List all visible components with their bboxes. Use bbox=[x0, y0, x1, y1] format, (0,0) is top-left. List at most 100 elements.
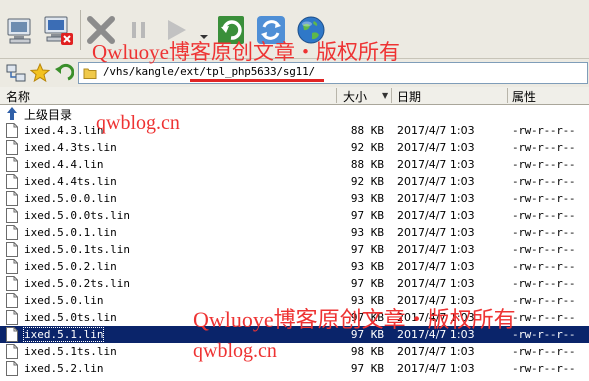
file-name: ixed.5.0.2ts.lin bbox=[24, 277, 130, 290]
file-size: 97 KB bbox=[350, 328, 384, 341]
file-permissions: -rw-r--r-- bbox=[512, 124, 576, 137]
pause-icon[interactable] bbox=[122, 13, 156, 47]
file-date: 2017/4/7 1:03 bbox=[397, 175, 475, 188]
file-name: ixed.5.0.2.lin bbox=[24, 260, 117, 273]
file-name: ixed.5.0.lin bbox=[24, 294, 104, 307]
file-date: 2017/4/7 1:03 bbox=[397, 209, 475, 222]
stop-icon[interactable] bbox=[84, 13, 118, 47]
column-header-perm[interactable]: 属性 bbox=[508, 88, 588, 104]
file-list: 上级目录 ixed.4.3.lin 88 KB 2017/4/7 1:03 -rw-r… bbox=[0, 105, 589, 381]
file-date: 2017/4/7 1:03 bbox=[397, 345, 475, 358]
file-permissions: -rw-r--r-- bbox=[512, 141, 576, 154]
play-icon[interactable] bbox=[160, 13, 194, 47]
file-icon bbox=[6, 174, 18, 189]
list-item[interactable]: ixed.4.3ts.lin 92 KB 2017/4/7 1:03 -rw-r--r… bbox=[0, 139, 589, 156]
file-icon bbox=[6, 259, 18, 274]
file-permissions: -rw-r--r-- bbox=[512, 345, 576, 358]
list-item[interactable]: ixed.4.4.lin 88 KB 2017/4/7 1:03 -rw-r--r-- bbox=[0, 156, 589, 173]
list-item[interactable]: ixed.5.0.0ts.lin 97 KB 2017/4/7 1:03 -rw-r-… bbox=[0, 207, 589, 224]
list-item[interactable]: ixed.5.1.lin 97 KB 2017/4/7 1:03 -rw-r--r-- bbox=[0, 326, 589, 343]
list-item[interactable]: ixed.5.0ts.lin 97 KB 2017/4/7 1:03 -rw-r--r… bbox=[0, 309, 589, 326]
file-name: ixed.5.0.0.lin bbox=[24, 192, 117, 205]
file-permissions: -rw-r--r-- bbox=[512, 175, 576, 188]
file-permissions: -rw-r--r-- bbox=[512, 311, 576, 324]
file-date: 2017/4/7 1:03 bbox=[397, 124, 475, 137]
file-permissions: -rw-r--r-- bbox=[512, 209, 576, 222]
column-perm-label: 属性 bbox=[512, 90, 537, 104]
file-size: 97 KB bbox=[350, 243, 384, 256]
list-item[interactable]: ixed.5.2.lin 97 KB 2017/4/7 1:03 -rw-r--r-- bbox=[0, 360, 589, 377]
file-permissions: -rw-r--r-- bbox=[512, 294, 576, 307]
file-date: 2017/4/7 1:03 bbox=[397, 226, 475, 239]
refresh-icon[interactable] bbox=[214, 13, 248, 47]
file-size: 93 KB bbox=[350, 226, 384, 239]
column-header-row: 名称 大小 ▼ 日期 属性 bbox=[0, 87, 589, 105]
file-date: 2017/4/7 1:03 bbox=[397, 277, 475, 290]
column-date-label: 日期 bbox=[397, 90, 422, 104]
file-icon bbox=[6, 140, 18, 155]
file-size: 88 KB bbox=[350, 158, 384, 171]
file-permissions: -rw-r--r-- bbox=[512, 158, 576, 171]
file-size: 93 KB bbox=[350, 294, 384, 307]
file-name: ixed.5.0.1ts.lin bbox=[24, 243, 130, 256]
list-item[interactable]: ixed.5.1ts.lin 98 KB 2017/4/7 1:03 -rw-r--r… bbox=[0, 343, 589, 360]
play-dropdown-arrow[interactable] bbox=[199, 26, 209, 39]
file-size: 92 KB bbox=[350, 175, 384, 188]
file-size: 98 KB bbox=[350, 345, 384, 358]
file-permissions: -rw-r--r-- bbox=[512, 260, 576, 273]
disconnect-icon[interactable] bbox=[42, 13, 76, 47]
column-name-label: 名称 bbox=[6, 90, 31, 104]
file-icon bbox=[6, 310, 18, 325]
file-date: 2017/4/7 1:03 bbox=[397, 328, 475, 341]
file-permissions: -rw-r--r-- bbox=[512, 328, 576, 341]
file-size: 97 KB bbox=[350, 277, 384, 290]
back-arrow-icon[interactable] bbox=[54, 63, 75, 83]
path-highlight-underline bbox=[190, 79, 324, 82]
file-name: ixed.5.0.1.lin bbox=[24, 226, 117, 239]
file-icon bbox=[6, 123, 18, 138]
file-name: ixed.4.4ts.lin bbox=[24, 175, 117, 188]
parent-dir-label: 上级目录 bbox=[24, 108, 73, 122]
file-date: 2017/4/7 1:03 bbox=[397, 260, 475, 273]
column-header-date[interactable]: 日期 bbox=[392, 88, 508, 104]
file-name: ixed.5.1.lin bbox=[22, 327, 105, 342]
file-icon bbox=[6, 242, 18, 257]
file-size: 93 KB bbox=[350, 260, 384, 273]
list-item[interactable]: ixed.5.0.1ts.lin 97 KB 2017/4/7 1:03 -rw-r-… bbox=[0, 241, 589, 258]
column-header-name[interactable]: 名称 bbox=[0, 88, 337, 104]
network-icon[interactable] bbox=[6, 63, 26, 83]
up-arrow-icon bbox=[6, 106, 18, 121]
file-name: ixed.4.4.lin bbox=[24, 158, 104, 171]
file-date: 2017/4/7 1:03 bbox=[397, 243, 475, 256]
file-name: ixed.5.0ts.lin bbox=[24, 311, 117, 324]
file-date: 2017/4/7 1:03 bbox=[397, 158, 475, 171]
list-item-parent-dir[interactable]: 上级目录 bbox=[0, 105, 589, 122]
path-input[interactable]: /vhs/kangle/ext/tpl_php5633/sg11/ bbox=[78, 62, 588, 84]
sync-icon[interactable] bbox=[254, 13, 288, 47]
list-item[interactable]: ixed.5.0.2.lin 93 KB 2017/4/7 1:03 -rw-r--r… bbox=[0, 258, 589, 275]
list-item[interactable]: ixed.4.3.lin 88 KB 2017/4/7 1:03 -rw-r--r-- bbox=[0, 122, 589, 139]
file-name: ixed.4.3ts.lin bbox=[24, 141, 117, 154]
file-permissions: -rw-r--r-- bbox=[512, 226, 576, 239]
file-permissions: -rw-r--r-- bbox=[512, 243, 576, 256]
file-icon bbox=[6, 225, 18, 240]
list-item[interactable]: ixed.4.4ts.lin 92 KB 2017/4/7 1:03 -rw-r--r… bbox=[0, 173, 589, 190]
list-item[interactable]: ixed.5.0.lin 93 KB 2017/4/7 1:03 -rw-r--r-- bbox=[0, 292, 589, 309]
list-item[interactable]: ixed.5.0.2ts.lin 97 KB 2017/4/7 1:03 -rw-r-… bbox=[0, 275, 589, 292]
file-name: ixed.5.0.0ts.lin bbox=[24, 209, 130, 222]
favorites-star-icon[interactable] bbox=[29, 62, 51, 83]
globe-icon[interactable] bbox=[294, 13, 328, 47]
computer-icon[interactable] bbox=[4, 13, 38, 47]
address-bar: /vhs/kangle/ext/tpl_php5633/sg11/ bbox=[0, 58, 589, 88]
file-name: ixed.4.3.lin bbox=[24, 124, 104, 137]
file-date: 2017/4/7 1:03 bbox=[397, 294, 475, 307]
list-item[interactable]: ixed.5.0.0.lin 93 KB 2017/4/7 1:03 -rw-r--r… bbox=[0, 190, 589, 207]
file-permissions: -rw-r--r-- bbox=[512, 362, 576, 375]
file-size: 97 KB bbox=[350, 362, 384, 375]
toolbar bbox=[0, 0, 589, 58]
sort-arrow-icon: ▼ bbox=[382, 91, 389, 100]
list-item[interactable]: ixed.5.0.1.lin 93 KB 2017/4/7 1:03 -rw-r--r… bbox=[0, 224, 589, 241]
file-size: 92 KB bbox=[350, 141, 384, 154]
file-size: 93 KB bbox=[350, 192, 384, 205]
file-size: 97 KB bbox=[350, 209, 384, 222]
